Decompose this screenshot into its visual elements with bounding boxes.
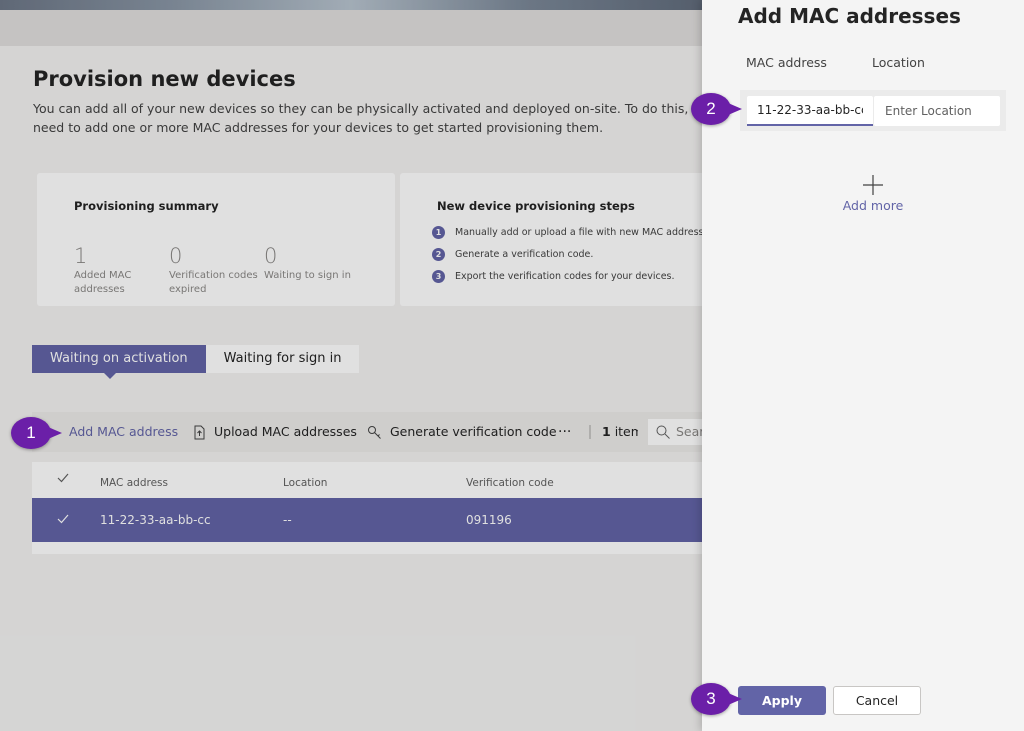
item-count: 1 item — [602, 424, 638, 439]
upload-mac-addresses-button[interactable]: Upload MAC addresses — [193, 412, 357, 452]
cell-code: 091196 — [466, 513, 512, 527]
header-subbar — [0, 10, 702, 46]
mac-address-input[interactable] — [747, 96, 873, 126]
mac-entry-row — [740, 90, 1006, 131]
step-number-icon: 2 — [432, 248, 445, 261]
row-checkmark-icon[interactable] — [57, 513, 69, 527]
callout-marker-2: 2 — [691, 93, 742, 125]
add-more-label: Add more — [842, 198, 904, 213]
column-header-code[interactable]: Verification code — [466, 477, 554, 489]
stat-label: Added MAC addresses — [74, 270, 132, 295]
table-header: MAC address Location Verification code — [32, 462, 712, 498]
step-number-icon: 1 — [432, 226, 445, 239]
stat-codes-expired: 0 Verification codes expired — [169, 245, 258, 297]
table-row[interactable]: 11-22-33-aa-bb-cc -- 091196 — [32, 498, 712, 542]
plus-icon — [863, 175, 883, 195]
toolbar-divider — [589, 425, 591, 439]
add-mac-address-button[interactable]: Add MAC address — [69, 412, 178, 452]
steps-title: New device provisioning steps — [437, 199, 635, 213]
key-icon — [368, 425, 381, 439]
cancel-button[interactable]: Cancel — [833, 686, 921, 715]
callout-marker-1: 1 — [11, 417, 62, 449]
main-page: Provision new devices You can add all of… — [0, 46, 702, 731]
tab-waiting-on-activation[interactable]: Waiting on activation — [32, 345, 206, 379]
column-header-location[interactable]: Location — [283, 477, 327, 489]
add-more-button[interactable]: Add more — [825, 174, 921, 213]
tab-list: Waiting on activation Waiting for sign i… — [32, 345, 360, 379]
location-column-label: Location — [872, 55, 925, 70]
more-options-icon[interactable]: ··· — [558, 412, 571, 452]
cell-mac: 11-22-33-aa-bb-cc — [100, 513, 211, 527]
select-all-checkmark-icon[interactable] — [57, 473, 69, 486]
apply-button[interactable]: Apply — [738, 686, 826, 715]
step-number-icon: 3 — [432, 270, 445, 283]
cell-location: -- — [283, 513, 292, 527]
stat-value: 0 — [169, 244, 183, 268]
stat-label: Waiting to sign in — [264, 270, 351, 281]
stat-value: 1 — [74, 244, 88, 268]
page-title: Provision new devices — [33, 67, 296, 91]
upload-file-icon — [194, 425, 205, 439]
stat-waiting-sign-in: 0 Waiting to sign in — [264, 245, 351, 283]
step-item: 1 Manually add or upload a file with new… — [432, 226, 702, 239]
search-icon — [656, 425, 670, 439]
add-mac-panel: Add MAC addresses MAC address Location A… — [702, 0, 1024, 731]
panel-title: Add MAC addresses — [738, 4, 961, 28]
stat-label: Verification codes expired — [169, 270, 258, 295]
page-description: You can add all of your new devices so t… — [33, 101, 702, 135]
provisioning-steps-card: New device provisioning steps 1 Manually… — [400, 173, 702, 306]
provisioning-summary-card: Provisioning summary 1 Added MAC addresse… — [37, 173, 395, 306]
command-toolbar: Add MAC address Upload MAC addresses Gen… — [32, 412, 712, 452]
step-item: 2 Generate a verification code. — [432, 248, 593, 261]
search-input[interactable]: Search — [648, 419, 702, 445]
column-header-mac[interactable]: MAC address — [100, 477, 168, 489]
devices-table: MAC address Location Verification code 1… — [32, 462, 712, 554]
tab-waiting-for-sign-in[interactable]: Waiting for sign in — [205, 345, 360, 373]
header-banner-image — [0, 0, 702, 10]
summary-title: Provisioning summary — [74, 199, 219, 213]
stat-added-mac: 1 Added MAC addresses — [74, 245, 131, 297]
step-item: 3 Export the verification codes for your… — [432, 270, 675, 283]
callout-marker-3: 3 — [691, 683, 742, 715]
stat-value: 0 — [264, 244, 278, 268]
generate-verification-code-button[interactable]: Generate verification code — [367, 412, 557, 452]
mac-column-label: MAC address — [746, 55, 827, 70]
location-input[interactable] — [874, 96, 1000, 126]
